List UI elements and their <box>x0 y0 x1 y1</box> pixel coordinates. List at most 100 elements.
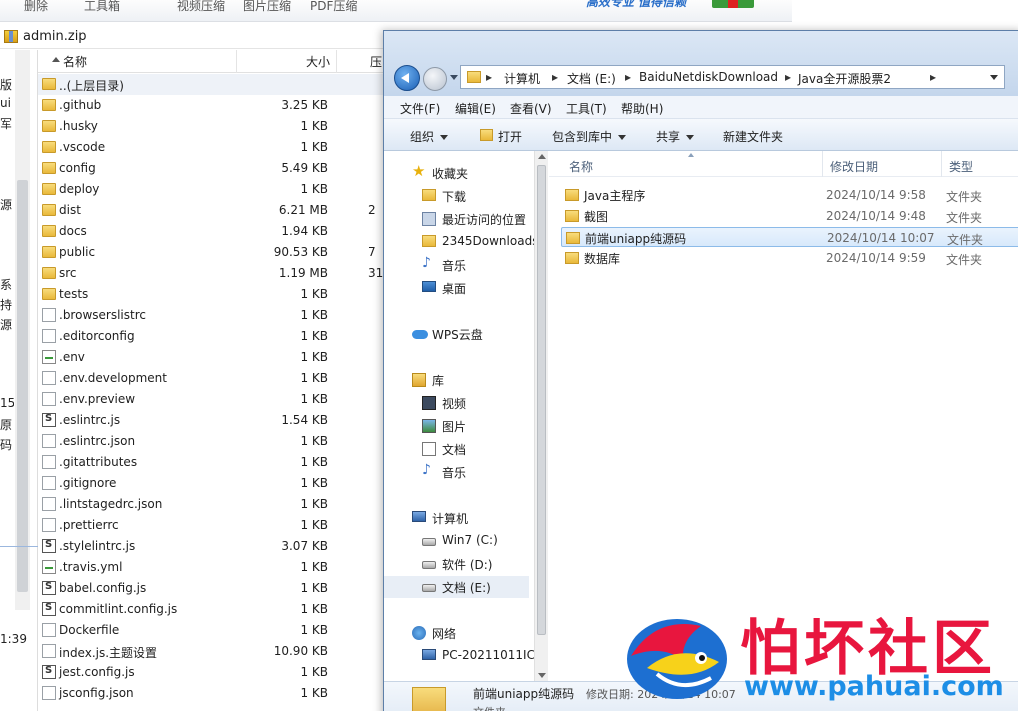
table-row[interactable]: .vscode 1 KB <box>38 137 392 158</box>
nav-item[interactable]: ★ 收藏夹 <box>384 162 529 184</box>
column-name-header[interactable]: 名称 <box>63 53 87 70</box>
table-row[interactable]: dist 6.21 MB 2 <box>38 200 392 221</box>
table-row[interactable]: jest.config.js 1 KB <box>38 662 392 683</box>
nav-item-label: 网络 <box>432 627 457 641</box>
nav-item[interactable]: Win7 (C:) <box>384 530 529 552</box>
back-button[interactable] <box>394 65 420 91</box>
table-row[interactable]: babel.config.js 1 KB <box>38 578 392 599</box>
file-icon <box>42 476 56 490</box>
toolbar-toolbox-button[interactable]: 工具箱 <box>84 0 120 14</box>
table-row[interactable]: Dockerfile 1 KB <box>38 620 392 641</box>
table-row[interactable]: .eslintrc.json 1 KB <box>38 431 392 452</box>
organize-button[interactable]: 组织 <box>410 128 449 145</box>
address-bar[interactable]: ▸ 计算机 ▸ 文档 (E:) ▸ BaiduNetdiskDownload ▸… <box>460 65 1005 89</box>
file-name: .editorconfig <box>59 329 135 343</box>
share-button[interactable]: 共享 <box>656 128 695 145</box>
nav-item[interactable]: PC-20211011IC <box>384 645 535 667</box>
menu-help[interactable]: 帮助(H) <box>621 100 663 117</box>
list-item[interactable]: 数据库 2024/10/14 9:59 文件夹 <box>561 248 1018 268</box>
breadcrumb-current-folder[interactable]: Java全开源股票2 <box>798 70 891 87</box>
nav-item[interactable]: ♪ 音乐 <box>384 254 529 276</box>
chevron-right-icon[interactable]: ▸ <box>625 70 631 84</box>
breadcrumb-baidunetdiskdownload[interactable]: BaiduNetdiskDownload <box>639 70 778 84</box>
column-name-header[interactable]: 名称 <box>569 158 593 175</box>
table-row[interactable]: .stylelintrc.js 3.07 KB <box>38 536 392 557</box>
table-row[interactable]: tests 1 KB <box>38 284 392 305</box>
toolbar-video-compress-button[interactable]: 视频压缩 <box>177 0 225 14</box>
list-item[interactable]: 前端uniapp纯源码 2024/10/14 10:07 文件夹 <box>561 227 1018 247</box>
chevron-right-icon[interactable]: ▸ <box>486 70 492 84</box>
table-row[interactable]: .lintstagedrc.json 1 KB <box>38 494 392 515</box>
breadcrumb-drive-e[interactable]: 文档 (E:) <box>567 70 616 87</box>
nav-item[interactable]: 网络 <box>384 622 529 644</box>
menu-tools[interactable]: 工具(T) <box>566 100 607 117</box>
toolbar-delete-button[interactable]: 删除 <box>24 0 48 14</box>
open-button[interactable]: 打开 <box>498 128 522 145</box>
menu-edit[interactable]: 编辑(E) <box>455 100 496 117</box>
file-name: public <box>59 245 96 259</box>
nav-item[interactable]: 2345Downloads <box>384 231 538 253</box>
nav-item[interactable]: ♪ 音乐 <box>384 461 529 483</box>
scroll-down-icon[interactable] <box>538 673 546 678</box>
table-row[interactable]: .github 3.25 KB <box>38 95 392 116</box>
nav-item[interactable]: 计算机 <box>384 507 529 529</box>
table-row[interactable]: index.js.主题设置 10.90 KB <box>38 641 392 662</box>
table-row[interactable]: .travis.yml 1 KB <box>38 557 392 578</box>
menu-file[interactable]: 文件(F) <box>400 100 440 117</box>
column-size-header[interactable]: 大小 <box>306 53 330 70</box>
nav-item[interactable]: 下载 <box>384 185 529 207</box>
table-row[interactable]: .prettierrc 1 KB <box>38 515 392 536</box>
left-pane-scrollbar-thumb[interactable] <box>17 180 28 592</box>
table-row[interactable]: .gitattributes 1 KB <box>38 452 392 473</box>
table-row[interactable]: public 90.53 KB 7 <box>38 242 392 263</box>
navigation-scrollbar[interactable] <box>534 151 548 681</box>
table-row[interactable]: .env 1 KB <box>38 347 392 368</box>
table-row[interactable]: .browserslistrc 1 KB <box>38 305 392 326</box>
table-row[interactable]: commitlint.config.js 1 KB <box>38 599 392 620</box>
list-item[interactable]: 截图 2024/10/14 9:48 文件夹 <box>561 206 1018 226</box>
recent-pages-dropdown-icon[interactable] <box>450 75 458 80</box>
table-row[interactable]: jsconfig.json 1 KB <box>38 683 392 704</box>
address-dropdown-icon[interactable] <box>990 75 998 80</box>
breadcrumb-computer[interactable]: 计算机 <box>504 70 540 87</box>
nav-item[interactable]: 最近访问的位置 <box>384 208 529 230</box>
table-row[interactable]: ..(上层目录) <box>38 74 392 95</box>
table-row[interactable]: .env.preview 1 KB <box>38 389 392 410</box>
include-in-library-button[interactable]: 包含到库中 <box>552 128 627 145</box>
nav-item[interactable]: 库 <box>384 369 529 391</box>
nav-item[interactable]: 视频 <box>384 392 529 414</box>
column-type-header[interactable]: 类型 <box>949 158 973 175</box>
toolbar-pdf-compress-button[interactable]: PDF压缩 <box>310 0 357 14</box>
table-row[interactable]: .husky 1 KB <box>38 116 392 137</box>
table-row[interactable]: src 1.19 MB 31 <box>38 263 392 284</box>
table-row[interactable]: .editorconfig 1 KB <box>38 326 392 347</box>
menu-view[interactable]: 查看(V) <box>510 100 552 117</box>
chevron-right-icon[interactable]: ▸ <box>785 70 791 84</box>
new-folder-button[interactable]: 新建文件夹 <box>723 128 783 145</box>
scroll-up-icon[interactable] <box>538 154 546 159</box>
nav-item[interactable]: 图片 <box>384 415 529 437</box>
selected-item-name: 前端uniapp纯源码 <box>473 687 575 701</box>
nav-item[interactable]: 文档 <box>384 438 529 460</box>
forward-button[interactable] <box>423 67 447 91</box>
sort-asc-icon <box>688 153 694 157</box>
nav-item[interactable]: 软件 (D:) <box>384 553 529 575</box>
chevron-right-icon[interactable]: ▸ <box>930 70 936 84</box>
list-item[interactable]: Java主程序 2024/10/14 9:58 文件夹 <box>561 185 1018 205</box>
chevron-right-icon[interactable]: ▸ <box>552 70 558 84</box>
table-row[interactable]: config 5.49 KB <box>38 158 392 179</box>
table-row[interactable]: .gitignore 1 KB <box>38 473 392 494</box>
compressed-size: 7 <box>368 245 376 259</box>
nav-item[interactable]: 桌面 <box>384 277 529 299</box>
table-row[interactable]: deploy 1 KB <box>38 179 392 200</box>
navigation-scrollbar-thumb[interactable] <box>537 165 546 635</box>
toolbar-image-compress-button[interactable]: 图片压缩 <box>243 0 291 14</box>
column-compressed-header[interactable]: 压 <box>370 53 382 70</box>
nav-item[interactable]: WPS云盘 <box>384 323 529 345</box>
table-row[interactable]: .env.development 1 KB <box>38 368 392 389</box>
file-size: 1 KB <box>300 182 328 196</box>
table-row[interactable]: .eslintrc.js 1.54 KB <box>38 410 392 431</box>
column-date-header[interactable]: 修改日期 <box>830 158 878 175</box>
nav-item[interactable]: 文档 (E:) <box>384 576 529 598</box>
table-row[interactable]: docs 1.94 KB <box>38 221 392 242</box>
